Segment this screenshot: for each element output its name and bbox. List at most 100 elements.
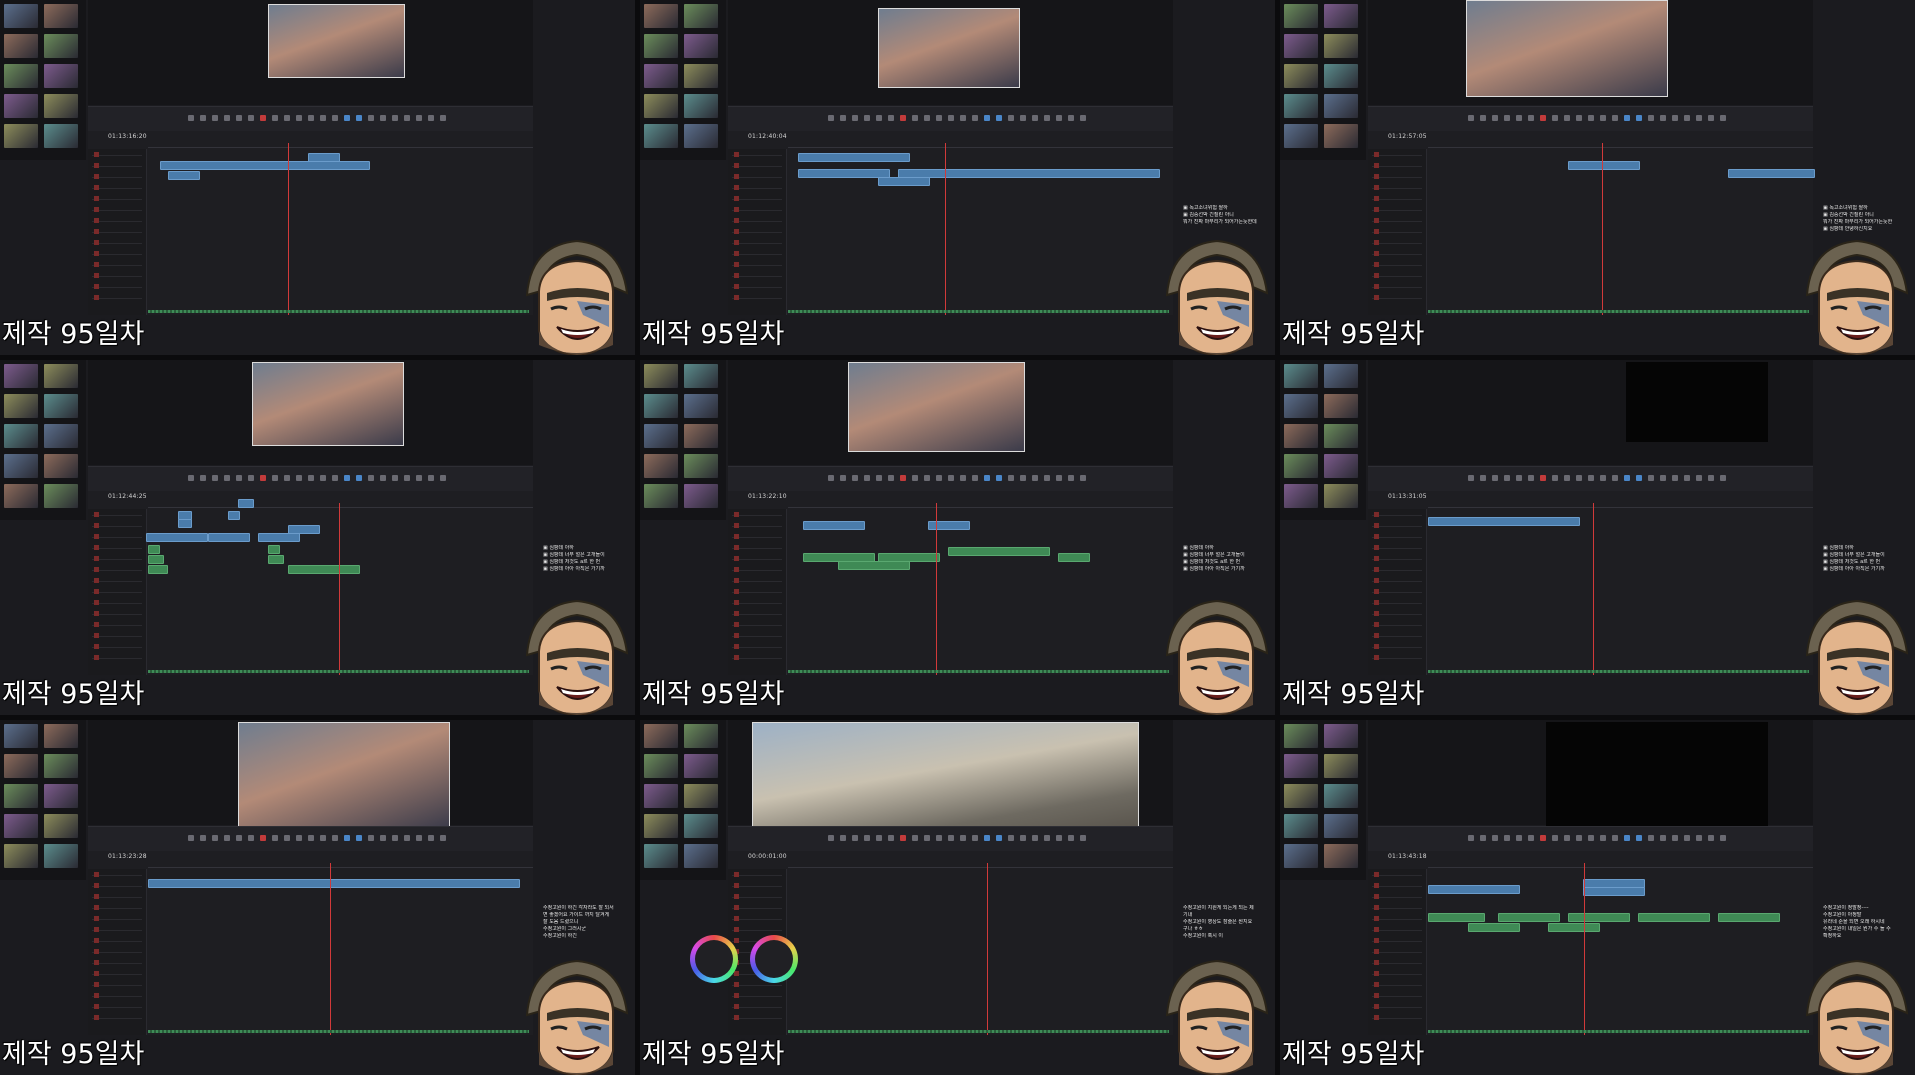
- track-row[interactable]: [1372, 512, 1422, 517]
- track-lock-icon[interactable]: [94, 512, 99, 517]
- track-row[interactable]: [92, 960, 142, 965]
- track-row[interactable]: [732, 600, 782, 605]
- track-lock-icon[interactable]: [1374, 523, 1379, 528]
- timeline-ruler[interactable]: [148, 501, 533, 508]
- media-thumbnail[interactable]: [1284, 784, 1318, 808]
- track-row[interactable]: [1372, 927, 1422, 932]
- toolbar-button[interactable]: [1528, 115, 1534, 121]
- track-row[interactable]: [1372, 196, 1422, 201]
- video-clip[interactable]: [288, 525, 320, 534]
- track-lock-icon[interactable]: [94, 589, 99, 594]
- track-row[interactable]: [1372, 905, 1422, 910]
- track-row[interactable]: [1372, 273, 1422, 278]
- track-row[interactable]: [92, 152, 142, 157]
- media-pool[interactable]: [640, 720, 726, 880]
- track-row[interactable]: [732, 993, 782, 998]
- media-thumbnail[interactable]: [644, 724, 678, 748]
- toolbar-button[interactable]: [236, 115, 242, 121]
- track-row[interactable]: [732, 916, 782, 921]
- track-lock-icon[interactable]: [734, 185, 739, 190]
- media-thumbnail[interactable]: [684, 4, 718, 28]
- media-thumbnail[interactable]: [1284, 424, 1318, 448]
- media-thumbnail[interactable]: [684, 454, 718, 478]
- media-thumbnail[interactable]: [4, 394, 38, 418]
- media-thumbnail[interactable]: [684, 364, 718, 388]
- toolbar-button[interactable]: [272, 835, 278, 841]
- media-thumbnail[interactable]: [4, 454, 38, 478]
- toolbar-button[interactable]: [380, 835, 386, 841]
- media-thumbnail[interactable]: [1284, 454, 1318, 478]
- audio-clip[interactable]: [1568, 913, 1630, 922]
- track-lock-icon[interactable]: [94, 273, 99, 278]
- toolbar-button[interactable]: [912, 475, 918, 481]
- track-lock-icon[interactable]: [1374, 251, 1379, 256]
- track-row[interactable]: [732, 567, 782, 572]
- track-row[interactable]: [92, 523, 142, 528]
- toolbar-button[interactable]: [888, 115, 894, 121]
- toolbar-button[interactable]: [308, 115, 314, 121]
- track-lock-icon[interactable]: [734, 578, 739, 583]
- toolbar-button[interactable]: [1552, 835, 1558, 841]
- toolbar-button[interactable]: [440, 835, 446, 841]
- track-lock-icon[interactable]: [1374, 262, 1379, 267]
- track-lock-icon[interactable]: [94, 229, 99, 234]
- toolbar-button[interactable]: [320, 475, 326, 481]
- toolbar-button[interactable]: [912, 115, 918, 121]
- track-row[interactable]: [1372, 262, 1422, 267]
- track-lock-icon[interactable]: [94, 534, 99, 539]
- track-lock-icon[interactable]: [734, 567, 739, 572]
- toolbar-button[interactable]: [1032, 475, 1038, 481]
- media-thumbnail[interactable]: [44, 844, 78, 868]
- track-lock-icon[interactable]: [734, 633, 739, 638]
- media-thumbnail[interactable]: [4, 4, 38, 28]
- media-thumbnail[interactable]: [1284, 724, 1318, 748]
- timeline[interactable]: 01:13:22:10: [728, 491, 1173, 675]
- track-lock-icon[interactable]: [734, 611, 739, 616]
- toolbar-button[interactable]: [1564, 115, 1570, 121]
- track-row[interactable]: [732, 152, 782, 157]
- track-lock-icon[interactable]: [734, 273, 739, 278]
- track-lock-icon[interactable]: [94, 611, 99, 616]
- track-lock-icon[interactable]: [1374, 644, 1379, 649]
- toolbar-button[interactable]: [960, 115, 966, 121]
- toolbar-button[interactable]: [984, 115, 990, 121]
- playhead[interactable]: [1584, 863, 1585, 1035]
- viewer-window[interactable]: [1368, 360, 1813, 465]
- track-row[interactable]: [1372, 644, 1422, 649]
- track-row[interactable]: [92, 578, 142, 583]
- track-row[interactable]: [92, 872, 142, 877]
- toolbar-button[interactable]: [1492, 115, 1498, 121]
- track-lock-icon[interactable]: [1374, 633, 1379, 638]
- toolbar-button[interactable]: [1516, 475, 1522, 481]
- track-lock-icon[interactable]: [734, 512, 739, 517]
- audio-clip[interactable]: [1468, 923, 1520, 932]
- toolbar-button[interactable]: [1480, 475, 1486, 481]
- toolbar-button[interactable]: [392, 835, 398, 841]
- track-row[interactable]: [92, 556, 142, 561]
- toolbar-button[interactable]: [888, 475, 894, 481]
- timeline[interactable]: 01:13:16:20: [88, 131, 533, 315]
- toolbar-button[interactable]: [1672, 475, 1678, 481]
- track-row[interactable]: [1372, 916, 1422, 921]
- track-row[interactable]: [92, 927, 142, 932]
- track-lock-icon[interactable]: [1374, 196, 1379, 201]
- toolbar-button[interactable]: [1648, 835, 1654, 841]
- toolbar-button[interactable]: [1708, 115, 1714, 121]
- track-row[interactable]: [732, 295, 782, 300]
- track-row[interactable]: [92, 284, 142, 289]
- toolbar-button[interactable]: [1468, 475, 1474, 481]
- toolbar-button[interactable]: [1540, 115, 1546, 121]
- track-row[interactable]: [732, 185, 782, 190]
- toolbar-button[interactable]: [828, 115, 834, 121]
- track-lock-icon[interactable]: [1374, 207, 1379, 212]
- track-row[interactable]: [92, 993, 142, 998]
- track-row[interactable]: [92, 295, 142, 300]
- audio-clip[interactable]: [838, 561, 910, 570]
- media-thumbnail[interactable]: [1324, 364, 1358, 388]
- track-row[interactable]: [92, 567, 142, 572]
- toolbar-button[interactable]: [224, 475, 230, 481]
- toolbar-button[interactable]: [236, 835, 242, 841]
- toolbar-button[interactable]: [876, 475, 882, 481]
- media-thumbnail[interactable]: [4, 724, 38, 748]
- media-thumbnail[interactable]: [1284, 34, 1318, 58]
